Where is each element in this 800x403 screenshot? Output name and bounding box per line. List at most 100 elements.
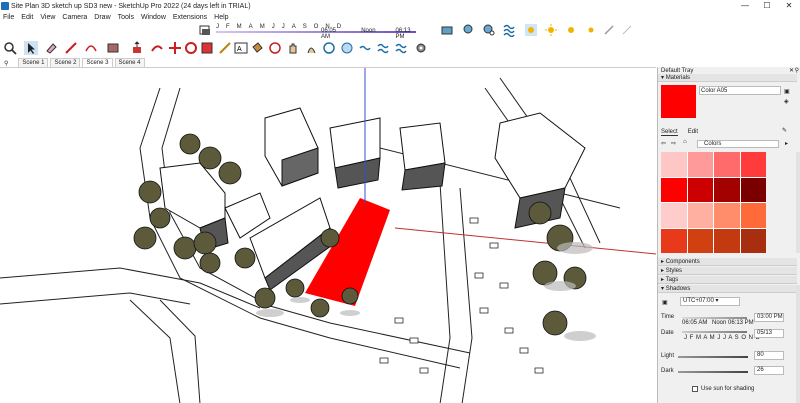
push-pull-icon[interactable] — [130, 41, 144, 55]
menu-camera[interactable]: Camera — [62, 14, 87, 21]
menu-extensions[interactable]: Extensions — [173, 14, 207, 21]
forward-arrow-icon[interactable]: ⇨ — [671, 140, 676, 147]
move-icon[interactable] — [168, 41, 182, 55]
rotate-icon[interactable] — [184, 41, 198, 55]
menu-file[interactable]: File — [3, 14, 14, 21]
pencil-icon[interactable] — [602, 23, 616, 37]
scene-tab-4[interactable]: Scene 4 — [114, 58, 145, 67]
dark-input[interactable]: 26 — [754, 366, 784, 375]
pan-icon[interactable] — [286, 41, 300, 55]
maximize-button[interactable]: ☐ — [756, 0, 778, 12]
color-swatch[interactable] — [740, 152, 766, 177]
library-select[interactable]: Colors — [697, 140, 779, 148]
menu-draw[interactable]: Draw — [94, 14, 110, 21]
color-swatch[interactable] — [740, 228, 766, 253]
zoom-extents-icon[interactable] — [462, 23, 476, 37]
color-swatch[interactable] — [661, 152, 687, 177]
minimize-button[interactable]: — — [734, 0, 756, 12]
dark-slider[interactable] — [678, 371, 748, 373]
light-slider[interactable] — [678, 356, 748, 358]
eyedropper-icon[interactable]: ✎ — [782, 127, 787, 134]
time-slider[interactable] — [682, 317, 747, 319]
details-arrow-icon[interactable]: ▸ — [785, 140, 788, 147]
line-icon[interactable] — [620, 23, 634, 37]
color-swatch[interactable] — [687, 152, 713, 177]
menu-window[interactable]: Window — [141, 14, 166, 21]
create-material-icon[interactable]: ◈ — [784, 98, 789, 105]
tags-header[interactable]: ▸ Tags — [658, 276, 797, 284]
previous-view-icon[interactable] — [358, 41, 372, 55]
color-swatch[interactable] — [661, 177, 687, 202]
tray-close-icon[interactable]: ✕ — [789, 67, 794, 74]
model-viewport[interactable] — [0, 67, 656, 403]
tab-edit[interactable]: Edit — [688, 129, 698, 136]
zoom-icon[interactable] — [3, 41, 17, 55]
color-swatch[interactable] — [714, 203, 740, 228]
color-swatch[interactable] — [687, 177, 713, 202]
color-swatch[interactable] — [714, 228, 740, 253]
scene-tab-2[interactable]: Scene 2 — [50, 58, 81, 67]
shadow-date-slider[interactable]: JFMAMJJASOND 06:05 AM Noon 06:13 PM — [216, 24, 416, 40]
date-slider[interactable] — [682, 331, 747, 333]
zoom-window-tool-icon[interactable] — [322, 41, 336, 55]
scene-tab-3[interactable]: Scene 3 — [82, 58, 113, 67]
text-tool-icon[interactable]: A — [234, 41, 248, 55]
walk-icon[interactable] — [304, 41, 318, 55]
color-swatch[interactable] — [687, 228, 713, 253]
date-input[interactable]: 05/13 — [754, 329, 784, 338]
pin-icon[interactable]: ⚲ — [4, 60, 8, 67]
use-sun-checkbox[interactable] — [692, 386, 698, 392]
arc-tool-icon[interactable] — [84, 41, 98, 55]
orbit-icon[interactable] — [268, 41, 282, 55]
color-swatch[interactable] — [714, 177, 740, 202]
material-name-field[interactable]: Color A05 — [699, 86, 781, 95]
follow-me-icon[interactable] — [150, 41, 164, 55]
material-library-icon[interactable]: ▣ — [784, 88, 790, 95]
timezone-select[interactable]: UTC+07:00 ▾ — [680, 297, 740, 306]
tab-select[interactable]: Select — [661, 129, 678, 136]
scale-icon[interactable] — [200, 41, 214, 55]
materials-header[interactable]: ▾ Materials — [658, 74, 797, 82]
light-input[interactable]: 80 — [754, 351, 784, 360]
tray-scrollbar[interactable] — [796, 285, 800, 403]
menu-edit[interactable]: Edit — [21, 14, 33, 21]
water-icon[interactable] — [502, 23, 516, 37]
shadow-toggle-icon[interactable] — [198, 23, 212, 37]
color-swatch[interactable] — [740, 203, 766, 228]
menu-tools[interactable]: Tools — [118, 14, 134, 21]
settings-gear-icon[interactable] — [414, 41, 428, 55]
color-swatch[interactable] — [687, 203, 713, 228]
sun-icon-3[interactable] — [564, 23, 578, 37]
color-swatch[interactable] — [740, 177, 766, 202]
current-material-swatch[interactable] — [661, 85, 696, 118]
tape-measure-icon[interactable] — [218, 41, 232, 55]
water-tool-icon[interactable] — [376, 41, 390, 55]
shadow-toggle-small-icon[interactable]: ▣ — [662, 299, 668, 306]
style-icon[interactable] — [440, 23, 454, 37]
color-swatch[interactable] — [661, 228, 687, 253]
time-input[interactable]: 03:00 PM — [754, 313, 784, 322]
line-tool-icon[interactable] — [64, 41, 78, 55]
menu-help[interactable]: Help — [214, 14, 228, 21]
rectangle-tool-icon[interactable] — [106, 41, 120, 55]
section-plane-icon[interactable] — [394, 41, 408, 55]
paint-bucket-icon[interactable] — [250, 41, 264, 55]
color-swatch[interactable] — [714, 152, 740, 177]
close-button[interactable]: ✕ — [778, 0, 800, 12]
scene-tab-1[interactable]: Scene 1 — [18, 58, 49, 67]
sun-icon-4[interactable] — [584, 23, 598, 37]
sun-icon-2[interactable] — [544, 23, 558, 37]
color-swatch[interactable] — [661, 203, 687, 228]
home-icon[interactable]: ⌂ — [683, 139, 687, 145]
eraser-icon[interactable] — [44, 41, 58, 55]
swatch-scrollbar[interactable] — [796, 152, 800, 253]
sun-icon-1[interactable] — [524, 23, 538, 37]
tray-pin-icon[interactable]: ⚲ — [795, 67, 799, 74]
zoom-extents-tool-icon[interactable] — [340, 41, 354, 55]
styles-header[interactable]: ▸ Styles — [658, 267, 797, 275]
components-header[interactable]: ▸ Components — [658, 258, 797, 266]
shadows-header[interactable]: ▾ Shadows — [658, 285, 797, 293]
zoom-window-icon[interactable] — [482, 23, 496, 37]
menu-view[interactable]: View — [40, 14, 55, 21]
back-arrow-icon[interactable]: ⇦ — [661, 140, 666, 147]
